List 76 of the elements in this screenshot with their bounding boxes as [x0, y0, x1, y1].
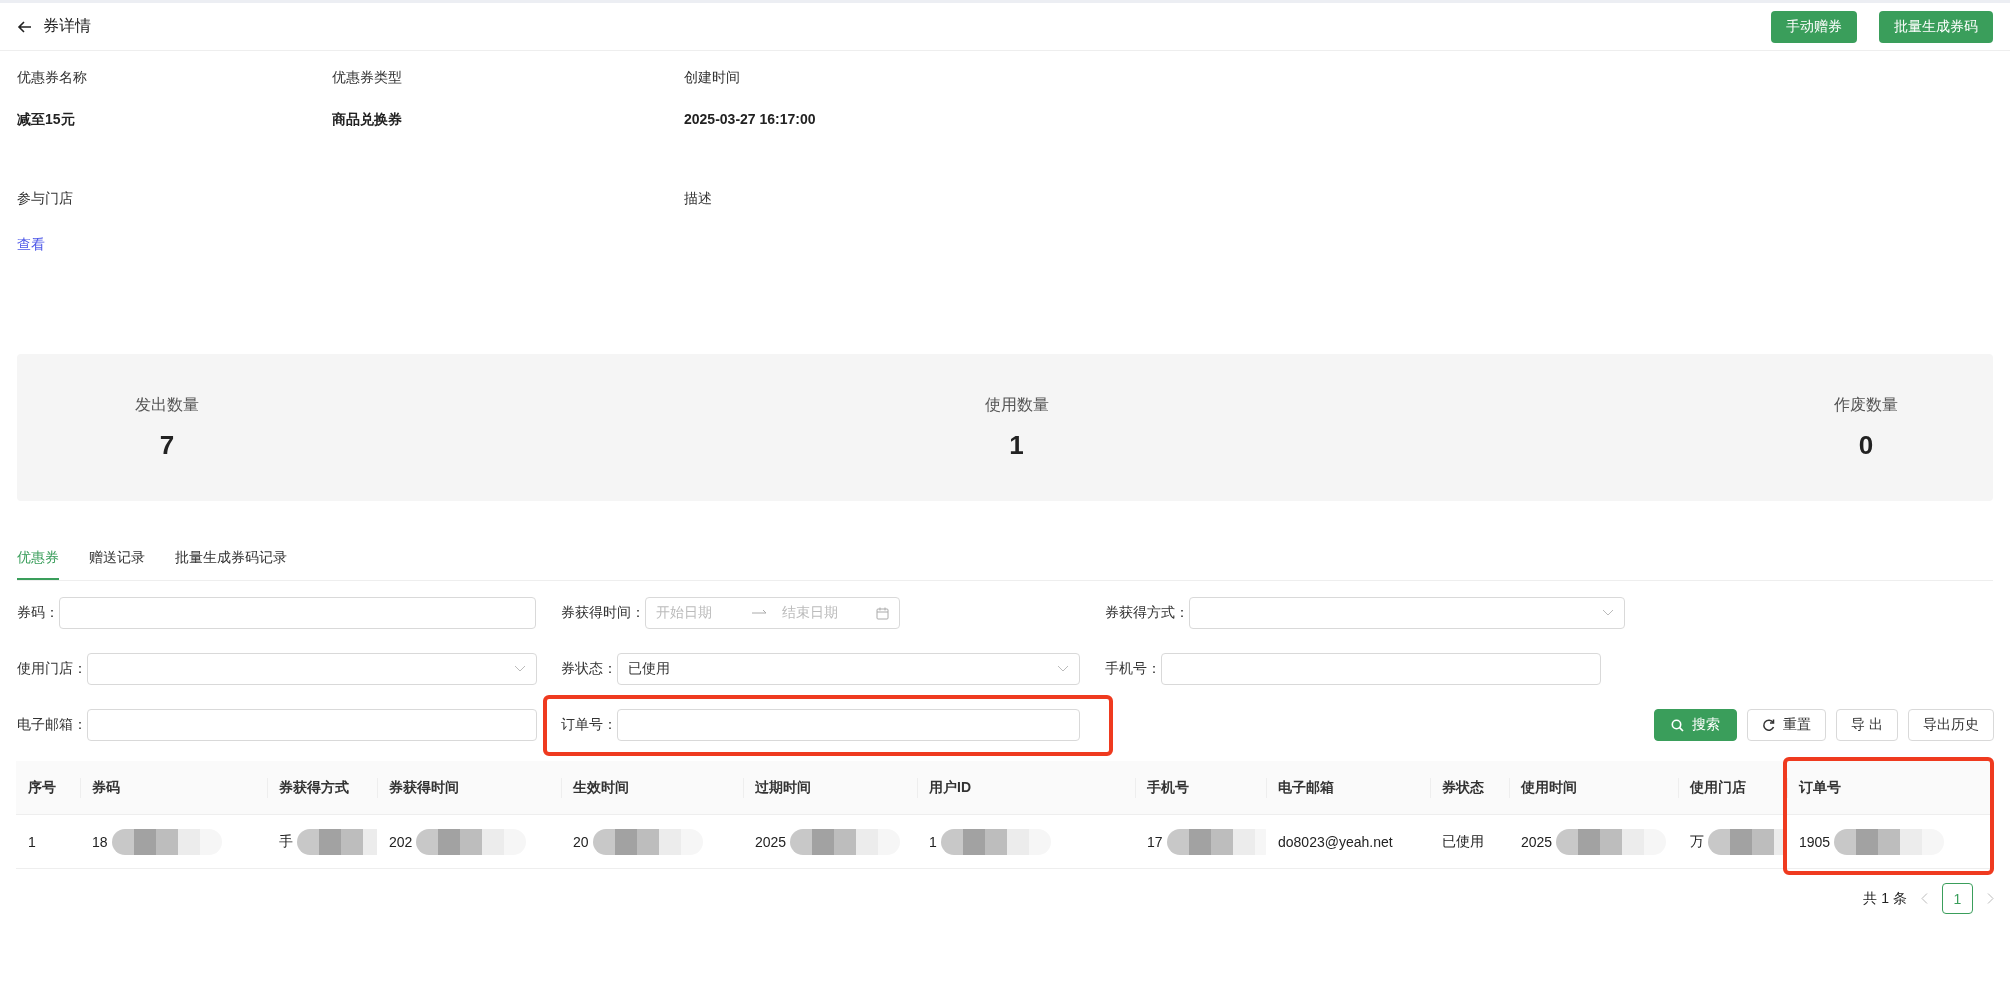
table-cell: 1 [929, 833, 937, 850]
field-value: 减至15元 [17, 111, 76, 129]
field-label: 参与门店 [17, 190, 74, 208]
tab[interactable]: 优惠券 [17, 543, 59, 580]
column-header: 券获得方式 [267, 761, 377, 814]
tab[interactable]: 批量生成券码记录 [175, 543, 287, 580]
previous-page-icon[interactable] [1921, 893, 1928, 904]
filter-label: 券码： [17, 604, 59, 622]
filter-label: 订单号： [561, 716, 617, 734]
table-cell: 1 [28, 833, 36, 850]
column-header: 使用时间 [1509, 761, 1678, 814]
calendar-icon [876, 606, 889, 620]
field-label: 优惠券类型 [332, 69, 403, 87]
column-header: 生效时间 [561, 761, 743, 814]
text-field[interactable] [1161, 653, 1601, 685]
stat-label: 发出数量 [135, 394, 199, 415]
reset-button[interactable]: 重置 [1747, 709, 1827, 741]
column-header: 手机号 [1135, 761, 1266, 814]
search-button[interactable]: 搜索 [1654, 709, 1738, 741]
filter-label: 券状态： [561, 660, 617, 678]
field-value: 2025-03-27 16:17:00 [684, 111, 817, 127]
action-button[interactable]: 批量生成券码 [1879, 10, 1993, 43]
next-page-icon[interactable] [1987, 893, 1994, 904]
view-link[interactable]: 查看 [17, 236, 45, 254]
chevron-down-icon [1057, 665, 1069, 673]
range-arrow-icon [752, 609, 768, 617]
text-field[interactable] [59, 597, 536, 629]
select-field[interactable] [1189, 597, 1625, 629]
filter-label: 手机号： [1105, 660, 1161, 678]
reload-icon [1762, 718, 1776, 732]
column-header: 券获得时间 [377, 761, 561, 814]
column-header: 券状态 [1430, 761, 1509, 814]
total-count: 共 1 条 [1863, 889, 1907, 908]
filter-label: 券获得时间： [561, 604, 645, 622]
page-title: 券详情 [43, 16, 92, 36]
export-button[interactable]: 导出历史 [1908, 709, 1994, 741]
table-cell: 手 [279, 832, 293, 851]
search-icon [1671, 718, 1685, 732]
column-header: 券码 [80, 761, 267, 814]
table-cell: 2025 [1521, 833, 1553, 850]
stat-value: 1 [1009, 429, 1024, 461]
table-cell: 20 [573, 833, 589, 850]
filter-label: 电子邮箱： [17, 716, 87, 734]
filter-label: 券获得方式： [1105, 604, 1189, 622]
table-cell: 万 [1690, 832, 1704, 851]
table-cell: 17 [1147, 833, 1163, 850]
stat-label: 作废数量 [1834, 394, 1898, 415]
column-header: 电子邮箱 [1266, 761, 1430, 814]
stat-value: 7 [159, 429, 175, 461]
export-button[interactable]: 导 出 [1836, 709, 1898, 741]
stat-value: 0 [1858, 429, 1874, 461]
stat-label: 使用数量 [984, 394, 1049, 415]
chevron-down-icon [1602, 609, 1614, 617]
page-number[interactable]: 1 [1942, 883, 1973, 914]
table-cell: 18 [92, 833, 108, 850]
text-field[interactable] [87, 709, 537, 741]
column-header: 序号 [16, 761, 80, 814]
tab[interactable]: 赠送记录 [89, 543, 145, 580]
back-arrow-icon[interactable] [17, 18, 33, 35]
table-cell: 202 [389, 833, 413, 850]
table-cell: 1905 [1799, 833, 1831, 850]
select-field[interactable] [87, 653, 537, 685]
column-header: 用户ID [917, 761, 1135, 814]
field-label: 优惠券名称 [17, 69, 88, 87]
table-cell: do8023@yeah.net [1278, 833, 1393, 850]
chevron-down-icon [514, 665, 526, 673]
table-cell: 2025 [755, 833, 787, 850]
field-label: 描述 [684, 190, 713, 208]
column-header: 过期时间 [743, 761, 917, 814]
select-field[interactable]: 已使用 [617, 653, 1080, 685]
filter-label: 使用门店： [17, 660, 87, 678]
action-button[interactable]: 手动赠券 [1771, 10, 1857, 43]
field-value: 商品兑换券 [332, 111, 403, 129]
table-cell: 已使用 [1442, 832, 1484, 851]
field-label: 创建时间 [684, 69, 741, 87]
text-field[interactable] [617, 709, 1080, 741]
